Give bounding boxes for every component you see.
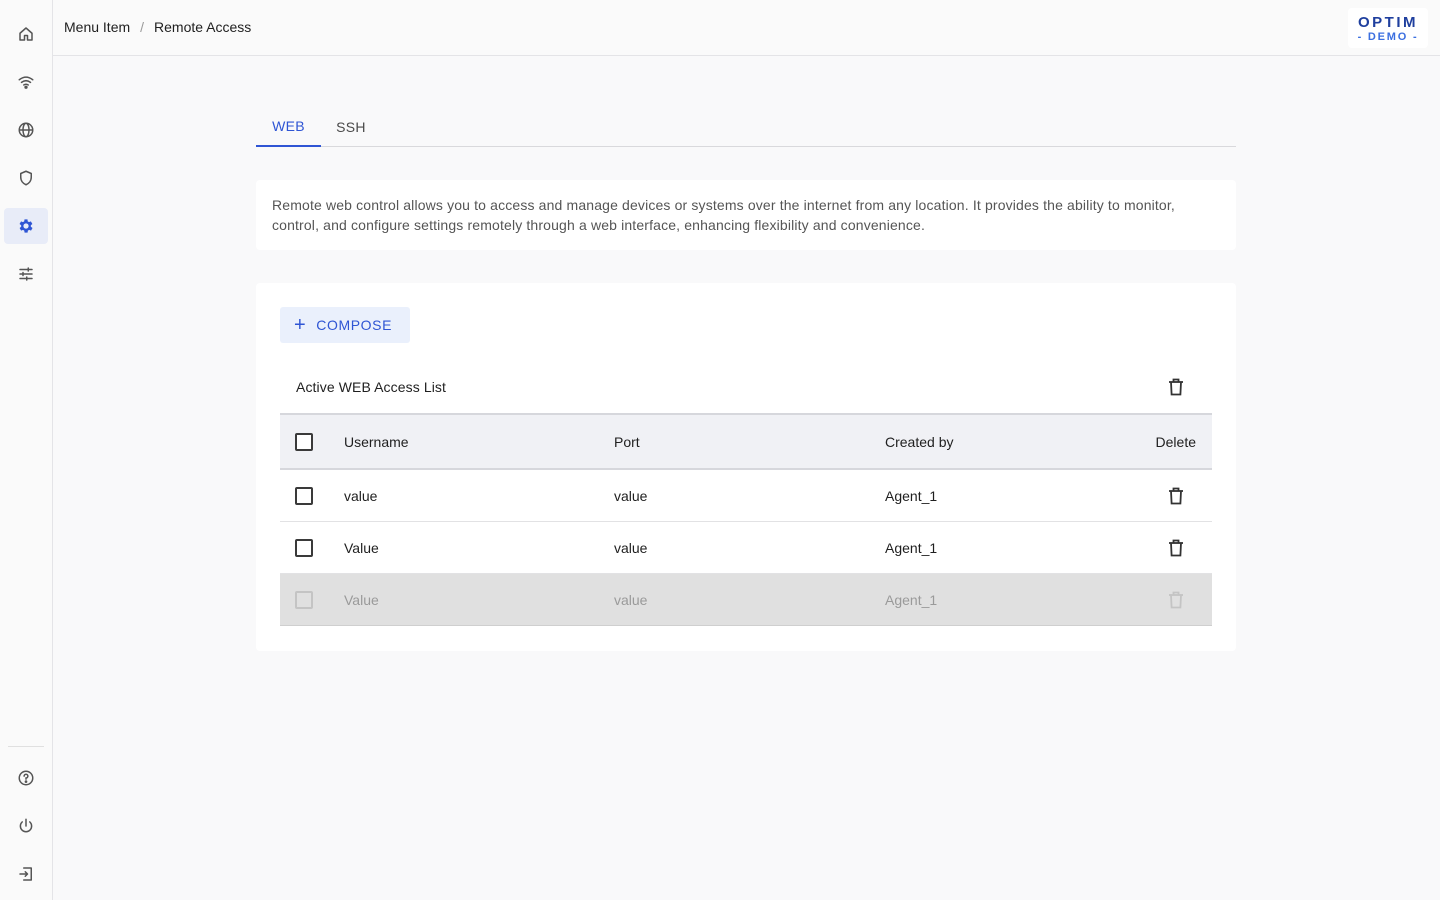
brand-logo: OPTIM - DEMO - bbox=[1348, 8, 1428, 48]
column-header-port[interactable]: Port bbox=[614, 415, 640, 468]
breadcrumb-item-current: Remote Access bbox=[154, 19, 252, 35]
cell-created-by: Agent_1 bbox=[885, 487, 938, 504]
globe-icon bbox=[18, 122, 34, 138]
home-icon bbox=[19, 27, 33, 41]
compose-button[interactable]: + COMPOSE bbox=[280, 307, 410, 343]
table-row: value value Agent_1 bbox=[280, 470, 1212, 522]
row-delete-button[interactable] bbox=[1168, 470, 1184, 521]
table-header-row: Username Port Created by Delete bbox=[280, 413, 1212, 470]
sidebar-divider bbox=[8, 746, 44, 747]
table-row-disabled: Value value Agent_1 bbox=[280, 574, 1212, 626]
sidebar-item-wifi[interactable] bbox=[4, 64, 48, 100]
cell-port: value bbox=[614, 487, 648, 504]
gear-icon bbox=[19, 219, 33, 233]
row-checkbox bbox=[295, 590, 313, 609]
list-title: Active WEB Access List bbox=[296, 379, 447, 395]
row-delete-button[interactable] bbox=[1168, 522, 1184, 573]
description-card: Remote web control allows you to access … bbox=[256, 180, 1236, 250]
sidebar-item-help[interactable] bbox=[4, 760, 48, 796]
tab-web[interactable]: WEB bbox=[256, 107, 321, 147]
cell-port: value bbox=[614, 591, 648, 608]
sidebar-item-settings[interactable] bbox=[4, 208, 48, 244]
sidebar-item-home[interactable] bbox=[4, 16, 48, 52]
tab-bar: WEB SSH bbox=[256, 107, 1236, 147]
access-table: Username Port Created by Delete value va… bbox=[280, 413, 1212, 626]
row-checkbox[interactable] bbox=[295, 486, 313, 505]
logout-icon bbox=[19, 867, 32, 881]
help-icon bbox=[18, 770, 34, 786]
sidebar-item-power[interactable] bbox=[4, 808, 48, 844]
row-delete-button bbox=[1168, 574, 1184, 625]
sliders-icon bbox=[19, 267, 33, 281]
wifi-icon bbox=[18, 76, 34, 89]
logo-text: OPTIM bbox=[1358, 13, 1418, 31]
sidebar-item-sliders[interactable] bbox=[4, 256, 48, 292]
column-header-delete: Delete bbox=[1155, 433, 1196, 450]
row-checkbox[interactable] bbox=[295, 538, 313, 557]
compose-label: COMPOSE bbox=[316, 317, 393, 333]
delete-all-button[interactable] bbox=[1164, 375, 1188, 399]
column-header-username[interactable]: Username bbox=[344, 415, 409, 468]
access-list-card: + COMPOSE Active WEB Access List Usernam… bbox=[256, 283, 1236, 651]
cell-username: Value bbox=[344, 591, 379, 608]
plus-icon: + bbox=[294, 314, 307, 336]
breadcrumb: Menu Item / Remote Access bbox=[64, 19, 251, 35]
table-row: Value value Agent_1 bbox=[280, 522, 1212, 574]
select-all-checkbox[interactable] bbox=[295, 432, 313, 451]
sidebar-item-logout[interactable] bbox=[4, 856, 48, 892]
shield-icon bbox=[20, 170, 32, 186]
breadcrumb-separator: / bbox=[140, 19, 145, 35]
description-text: Remote web control allows you to access … bbox=[272, 197, 1175, 233]
cell-created-by: Agent_1 bbox=[885, 539, 938, 556]
trash-icon bbox=[1169, 591, 1183, 608]
sidebar-item-shield[interactable] bbox=[4, 160, 48, 196]
sidebar-item-globe[interactable] bbox=[4, 112, 48, 148]
trash-icon bbox=[1169, 487, 1183, 504]
sidebar bbox=[0, 0, 53, 900]
column-header-created-by[interactable]: Created by bbox=[885, 415, 953, 468]
logo-subtext: - DEMO - bbox=[1357, 30, 1419, 43]
cell-username: Value bbox=[344, 539, 379, 556]
trash-icon bbox=[1169, 539, 1183, 556]
tab-ssh[interactable]: SSH bbox=[321, 107, 381, 146]
cell-created-by: Agent_1 bbox=[885, 591, 938, 608]
cell-username: value bbox=[344, 487, 378, 504]
breadcrumb-item-menu[interactable]: Menu Item bbox=[64, 19, 130, 35]
trash-icon bbox=[1169, 378, 1183, 396]
cell-port: value bbox=[614, 539, 648, 556]
power-icon bbox=[19, 818, 33, 833]
top-header: Menu Item / Remote Access OPTIM - DEMO - bbox=[53, 0, 1440, 56]
